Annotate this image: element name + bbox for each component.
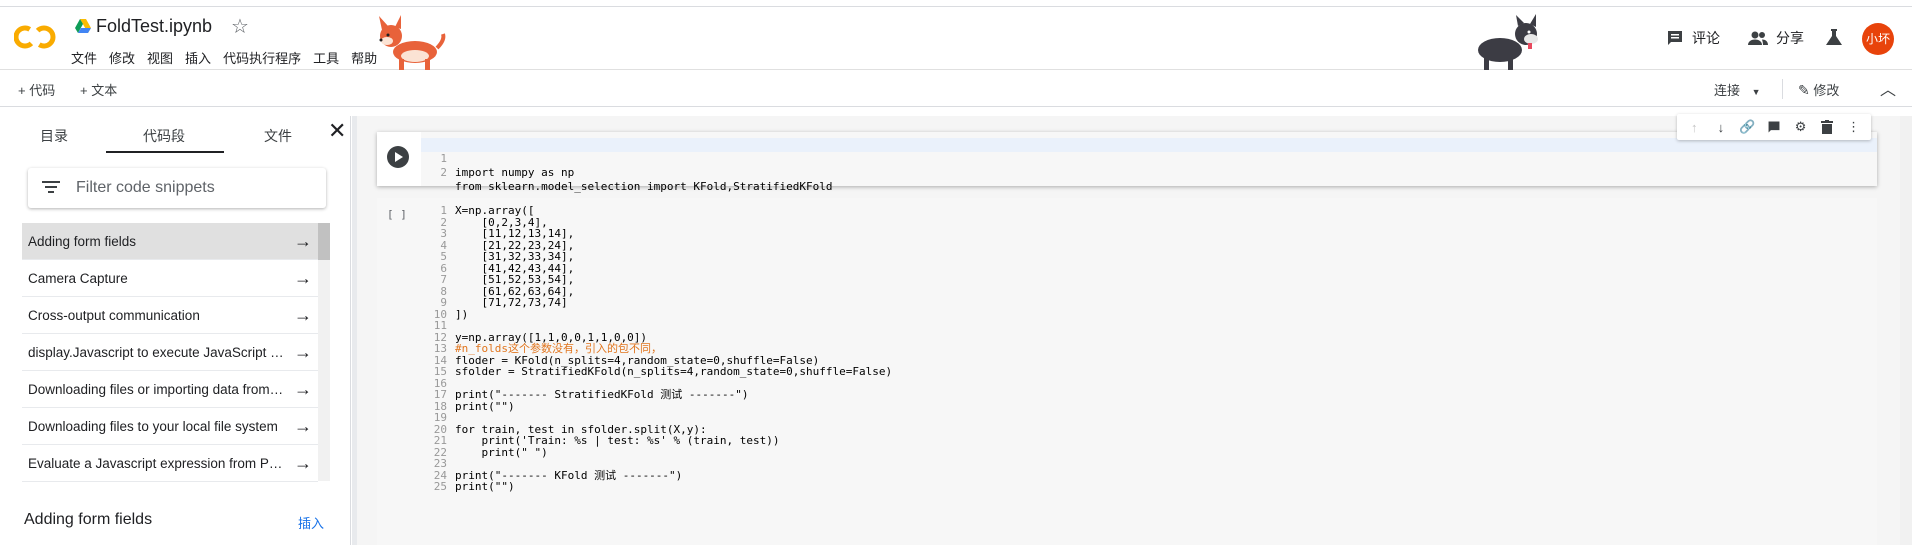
list-item[interactable]: Camera Capture → — [22, 260, 318, 297]
menu-tools[interactable]: 工具 — [313, 48, 339, 67]
active-tab-indicator — [106, 151, 224, 153]
arrow-right-icon: → — [294, 268, 312, 288]
snippet-preview-title: Adding form fields — [24, 511, 153, 528]
snippet-list: Adding form fields → Camera Capture → Cr… — [22, 223, 318, 482]
list-item[interactable]: Downloading files or importing data from… — [22, 371, 318, 408]
snippet-label: Downloading files or importing data from… — [28, 382, 286, 397]
notebook-scrollbar[interactable] — [1900, 116, 1912, 545]
arrow-right-icon: → — [294, 379, 312, 399]
menu-file[interactable]: 文件 — [71, 48, 97, 67]
code-editor[interactable]: 1 X=np.array([2 [0,2,3,4], 3 [11,12,13,14]… — [421, 198, 1877, 545]
snippet-list-scrollbar-thumb[interactable] — [318, 223, 330, 260]
gear-icon[interactable]: ⚙ — [1792, 118, 1810, 136]
add-code-button[interactable]: + 代码 — [18, 80, 55, 99]
arrow-right-icon: → — [294, 453, 312, 473]
avatar[interactable]: 小坏 — [1862, 23, 1894, 55]
notebook-toolbar: + 代码 + 文本 连接 ▼ ✎ 修改 ︿ — [0, 71, 1912, 107]
snippet-filter — [28, 168, 326, 208]
comment-label: 评论 — [1692, 30, 1720, 46]
share-button[interactable]: 分享 — [1748, 28, 1804, 48]
cell-gutter: [ ] — [377, 198, 421, 545]
code-text: from sklearn.model_selection import KFol… — [455, 180, 833, 193]
snippet-label: Cross-output communication — [28, 308, 200, 323]
chevron-up-icon[interactable]: ︿ — [1880, 76, 1896, 100]
execution-count[interactable]: [ ] — [387, 208, 407, 221]
menu-runtime[interactable]: 代码执行程序 — [223, 48, 301, 67]
run-cell-button[interactable] — [387, 146, 409, 168]
filter-icon[interactable] — [42, 180, 60, 194]
corgi-mascot-icon — [379, 15, 446, 70]
list-item[interactable]: Evaluate a Javascript expression from Py… — [22, 445, 318, 482]
code-editor[interactable]: 1 import numpy as np 2 from sklearn.mode… — [421, 132, 1877, 193]
edit-mode-button[interactable]: ✎ 修改 — [1798, 80, 1839, 99]
filter-snippets-input[interactable] — [76, 177, 316, 199]
top-divider — [0, 6, 1912, 7]
star-icon[interactable]: ☆ — [231, 14, 249, 39]
comment-button[interactable]: 评论 — [1666, 28, 1720, 48]
snippet-label: Downloading files to your local file sys… — [28, 419, 278, 434]
close-icon[interactable]: ✕ — [328, 118, 346, 144]
menu-insert[interactable]: 插入 — [185, 48, 211, 67]
side-panel-tabs: 目录 代码段 文件 ✕ — [0, 116, 351, 153]
arrow-right-icon: → — [294, 342, 312, 362]
line-number: 25 — [433, 480, 447, 493]
list-item[interactable]: display.Javascript to execute JavaScript… — [22, 334, 318, 371]
code-cell[interactable]: [ ] 1 X=np.array([2 [0,2,3,4], 3 [11,12,13… — [377, 198, 1877, 545]
app-header: FoldTest.ipynb ☆ 文件 修改 视图 插入 代码执行程序 工具 帮… — [0, 0, 1912, 70]
connect-label: 连接 — [1714, 83, 1741, 98]
code-text: print("") — [455, 480, 515, 493]
colab-logo[interactable] — [14, 22, 56, 52]
move-cell-down-icon[interactable]: ↓ — [1712, 118, 1730, 136]
chevron-down-icon: ▼ — [1751, 87, 1761, 97]
notebook-title[interactable]: FoldTest.ipynb — [96, 16, 212, 37]
list-item[interactable]: Downloading files to your local file sys… — [22, 408, 318, 445]
side-panel: 目录 代码段 文件 ✕ Adding form fields → Camera … — [0, 116, 351, 545]
snippet-label: Adding form fields — [28, 234, 137, 249]
code-line: 2 from sklearn.model_selection import KF… — [440, 166, 833, 193]
connect-button[interactable]: 连接 ▼ — [1714, 80, 1761, 99]
drive-icon[interactable] — [75, 19, 91, 33]
list-item[interactable]: Cross-output communication → — [22, 297, 318, 334]
move-cell-up-icon[interactable]: ↑ — [1685, 118, 1703, 136]
snippet-label: Evaluate a Javascript expression from Py… — [28, 456, 286, 471]
comment-icon[interactable] — [1765, 118, 1783, 136]
snippet-list-scrollbar-track[interactable] — [318, 223, 330, 481]
share-label: 分享 — [1776, 30, 1804, 46]
cell-gutter — [377, 132, 421, 186]
pencil-icon: ✎ — [1798, 82, 1810, 98]
delete-icon[interactable] — [1818, 118, 1836, 136]
snippet-label: Camera Capture — [28, 271, 128, 286]
toolbar-divider — [1782, 79, 1783, 99]
link-icon[interactable]: 🔗 — [1738, 118, 1756, 136]
tab-toc[interactable]: 目录 — [40, 126, 68, 146]
arrow-right-icon: → — [294, 305, 312, 325]
menu-view[interactable]: 视图 — [147, 48, 173, 67]
arrow-right-icon: → — [294, 231, 312, 251]
menu-bar: 文件 修改 视图 插入 代码执行程序 工具 帮助 — [71, 48, 389, 67]
comment-icon — [1668, 31, 1682, 45]
menu-edit[interactable]: 修改 — [109, 48, 135, 67]
code-line: 1 import numpy as np — [421, 138, 1877, 179]
cell-toolbar: ↑ ↓ 🔗 ⚙ ⋮ — [1677, 114, 1871, 140]
people-icon — [1748, 31, 1768, 45]
insert-snippet-button[interactable]: 插入 — [298, 513, 324, 532]
code-cell[interactable]: 1 import numpy as np 2 from sklearn.mode… — [377, 132, 1877, 193]
flask-icon[interactable] — [1826, 29, 1842, 46]
code-line: 25 print("") — [421, 480, 1877, 494]
corgi-mascot-dark-icon — [1478, 14, 1538, 70]
arrow-right-icon: → — [294, 416, 312, 436]
tab-files[interactable]: 文件 — [264, 126, 292, 146]
tab-snippets[interactable]: 代码段 — [143, 126, 185, 146]
more-vert-icon[interactable]: ⋮ — [1845, 118, 1863, 136]
notebook-area: 1 import numpy as np 2 from sklearn.mode… — [357, 116, 1912, 545]
edit-mode-label: 修改 — [1813, 83, 1840, 98]
snippet-label: display.Javascript to execute JavaScript… — [28, 345, 286, 360]
list-item[interactable]: Adding form fields → — [22, 223, 318, 260]
add-text-button[interactable]: + 文本 — [80, 80, 117, 99]
